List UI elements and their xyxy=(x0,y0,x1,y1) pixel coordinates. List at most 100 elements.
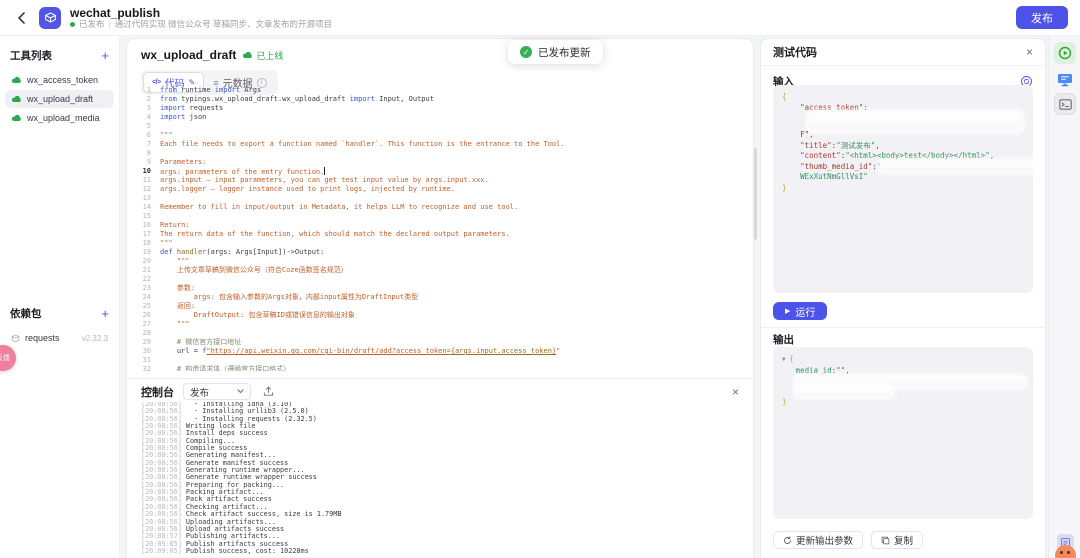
console-close-button[interactable]: × xyxy=(732,386,739,398)
code-line[interactable]: 22 xyxy=(127,275,752,284)
code-line[interactable]: 29 # 微信官方接口地址 xyxy=(127,338,752,347)
code-line[interactable]: 14Remember to fill in input/output in Me… xyxy=(127,203,752,212)
toast-text: 已发布更新 xyxy=(538,45,591,60)
code-line[interactable]: 10args: parameters of the entry function… xyxy=(127,167,752,176)
back-button[interactable] xyxy=(12,9,30,27)
app-title-block: wechat_publish 已发布 | 通过代码实现 微信公众号 草稿同步、文… xyxy=(70,7,332,29)
code-line[interactable]: 26 DraftOutput: 包含草稿ID或错误信息的输出对象 xyxy=(127,311,752,320)
deps-header: 依赖包 xyxy=(10,306,42,321)
line-number: 10 xyxy=(127,167,160,176)
line-number: 22 xyxy=(127,275,160,284)
line-number: 24 xyxy=(127,293,160,302)
code-line[interactable]: 2from typings.wx_upload_draft.wx_upload_… xyxy=(127,95,752,104)
sidebar-item-wx_upload_media[interactable]: wx_upload_media xyxy=(5,109,114,127)
json-line: } xyxy=(782,397,1024,408)
line-number: 32 xyxy=(127,365,160,371)
json-line: media_id:"", xyxy=(782,366,1024,377)
code-line[interactable]: 11args.input – input parameters, you can… xyxy=(127,176,752,185)
line-number: 31 xyxy=(127,356,160,365)
tool-item-label: wx_access_token xyxy=(27,75,98,85)
update-output-params-button[interactable]: 更新输出参数 xyxy=(773,531,863,549)
test-panel-title: 测试代码 xyxy=(773,44,817,60)
console-log-area[interactable]: [20:08:56] - Installing idna (3.10)[20:0… xyxy=(127,402,753,558)
export-log-button[interactable] xyxy=(260,383,277,400)
json-line xyxy=(782,387,1024,398)
code-line[interactable]: 20 """ xyxy=(127,257,752,266)
avatar-eye xyxy=(1067,551,1070,554)
json-line: } xyxy=(782,183,1024,194)
json-line: ▼ { xyxy=(782,354,1024,366)
code-line[interactable]: 30 url = f"https://api.weixin.qq.com/cgi… xyxy=(127,347,752,356)
code-line[interactable]: 5 xyxy=(127,122,752,131)
line-number: 25 xyxy=(127,302,160,311)
code-line[interactable]: 31 xyxy=(127,356,752,365)
code-line[interactable]: 12args.logger – logger instance used to … xyxy=(127,185,752,194)
code-line[interactable]: 27 """ xyxy=(127,320,752,329)
success-check-icon: ✓ xyxy=(520,46,532,58)
sidebar-item-wx_access_token[interactable]: wx_access_token xyxy=(5,71,114,89)
code-line[interactable]: 9Parameters: xyxy=(127,158,752,167)
code-line[interactable]: 17The return data of the function, which… xyxy=(127,230,752,239)
sidebar-item-wx_upload_draft[interactable]: wx_upload_draft xyxy=(5,90,114,108)
code-line[interactable]: 24 args: 包含输入参数的Args对象，内部input属性为DraftIn… xyxy=(127,293,752,302)
code-line[interactable]: 25 返回: xyxy=(127,302,752,311)
code-line[interactable]: 19def handler(args: Args[Input])->Output… xyxy=(127,248,752,257)
publish-button[interactable]: 发布 xyxy=(1016,6,1068,29)
panel-divider xyxy=(761,327,1045,328)
run-status-icon[interactable] xyxy=(1054,42,1076,64)
terminal-icon xyxy=(1059,99,1072,110)
tool-list: wx_access_token wx_upload_draft wx_upload_… xyxy=(0,71,119,127)
scrollbar-thumb[interactable] xyxy=(754,148,757,240)
line-number: 3 xyxy=(127,104,160,113)
add-dependency-button[interactable]: + xyxy=(101,309,109,319)
editor-header: wx_upload_draft 已上线 xyxy=(127,39,753,62)
code-line[interactable]: 4import json xyxy=(127,113,752,122)
monitor-icon[interactable] xyxy=(1054,69,1076,91)
redacted-text xyxy=(809,113,1021,130)
json-line: "title":"测试发布", xyxy=(782,141,1024,152)
code-line[interactable]: 16Return: xyxy=(127,221,752,230)
dependency-name: requests xyxy=(25,333,60,343)
code-line[interactable]: 21 上传文章草稿到微信公众号（符合Coze函数签名规范） xyxy=(127,266,752,275)
run-button[interactable]: ▶ 运行 xyxy=(773,302,827,320)
console-rail-icon[interactable] xyxy=(1054,93,1076,115)
console-header: 控制台 发布 × xyxy=(127,379,753,402)
code-line[interactable]: 15 xyxy=(127,212,752,221)
code-line[interactable]: 13 xyxy=(127,194,752,203)
code-line[interactable]: 23 参数: xyxy=(127,284,752,293)
line-number: 6 xyxy=(127,131,160,140)
app-logo-icon xyxy=(39,7,61,29)
code-line[interactable]: 18""" xyxy=(127,239,752,248)
console-log-line: [20:09:05]Publish success, cost: 10228ms xyxy=(141,548,739,555)
feedback-floating-button[interactable]: 反馈 xyxy=(0,345,16,371)
run-button-label: 运行 xyxy=(795,304,815,319)
cloud-online-icon xyxy=(242,51,253,59)
code-line[interactable]: 28 xyxy=(127,329,752,338)
code-line[interactable]: 7Each file needs to export a function na… xyxy=(127,140,752,149)
update-output-params-label: 更新输出参数 xyxy=(796,533,853,547)
copy-icon xyxy=(881,536,890,545)
copy-button[interactable]: 复制 xyxy=(871,531,923,549)
code-line[interactable]: 6""" xyxy=(127,131,752,140)
code-line[interactable]: 3import requests xyxy=(127,104,752,113)
code-line[interactable]: 1from runtime import Args xyxy=(127,86,752,95)
test-input-editor[interactable]: { "access_token": F", "title":"测试发布", "c… xyxy=(773,85,1033,293)
code-line[interactable]: 32 # 构造请求体（遵循官方接口格式） xyxy=(127,365,752,371)
tool-item-label: wx_upload_media xyxy=(27,113,100,123)
tool-name: wx_upload_draft xyxy=(141,48,236,62)
dependency-item[interactable]: requests v2.32.3 xyxy=(5,329,114,347)
app-title: wechat_publish xyxy=(70,7,332,19)
line-number: 7 xyxy=(127,140,160,149)
line-number: 26 xyxy=(127,311,160,320)
play-circle-icon xyxy=(1058,46,1072,60)
json-line: "content":"<html><body>test</body></html… xyxy=(782,151,1024,162)
editor-card: wx_upload_draft 已上线 </> 代码 ✎ ≡ 元数据 i 1fr… xyxy=(126,38,754,558)
add-tool-button[interactable]: + xyxy=(101,51,109,61)
code-editor[interactable]: 1from runtime import Args2from typings.w… xyxy=(127,86,752,371)
code-line[interactable]: 8 xyxy=(127,149,752,158)
test-output-viewer[interactable]: ▼ { media_id:"", } xyxy=(773,347,1033,519)
test-panel-close-button[interactable]: × xyxy=(1026,46,1033,58)
json-line: "thumb_media_id":" xyxy=(782,162,1024,173)
line-number: 13 xyxy=(127,194,160,203)
console-channel-select[interactable]: 发布 xyxy=(183,383,251,400)
